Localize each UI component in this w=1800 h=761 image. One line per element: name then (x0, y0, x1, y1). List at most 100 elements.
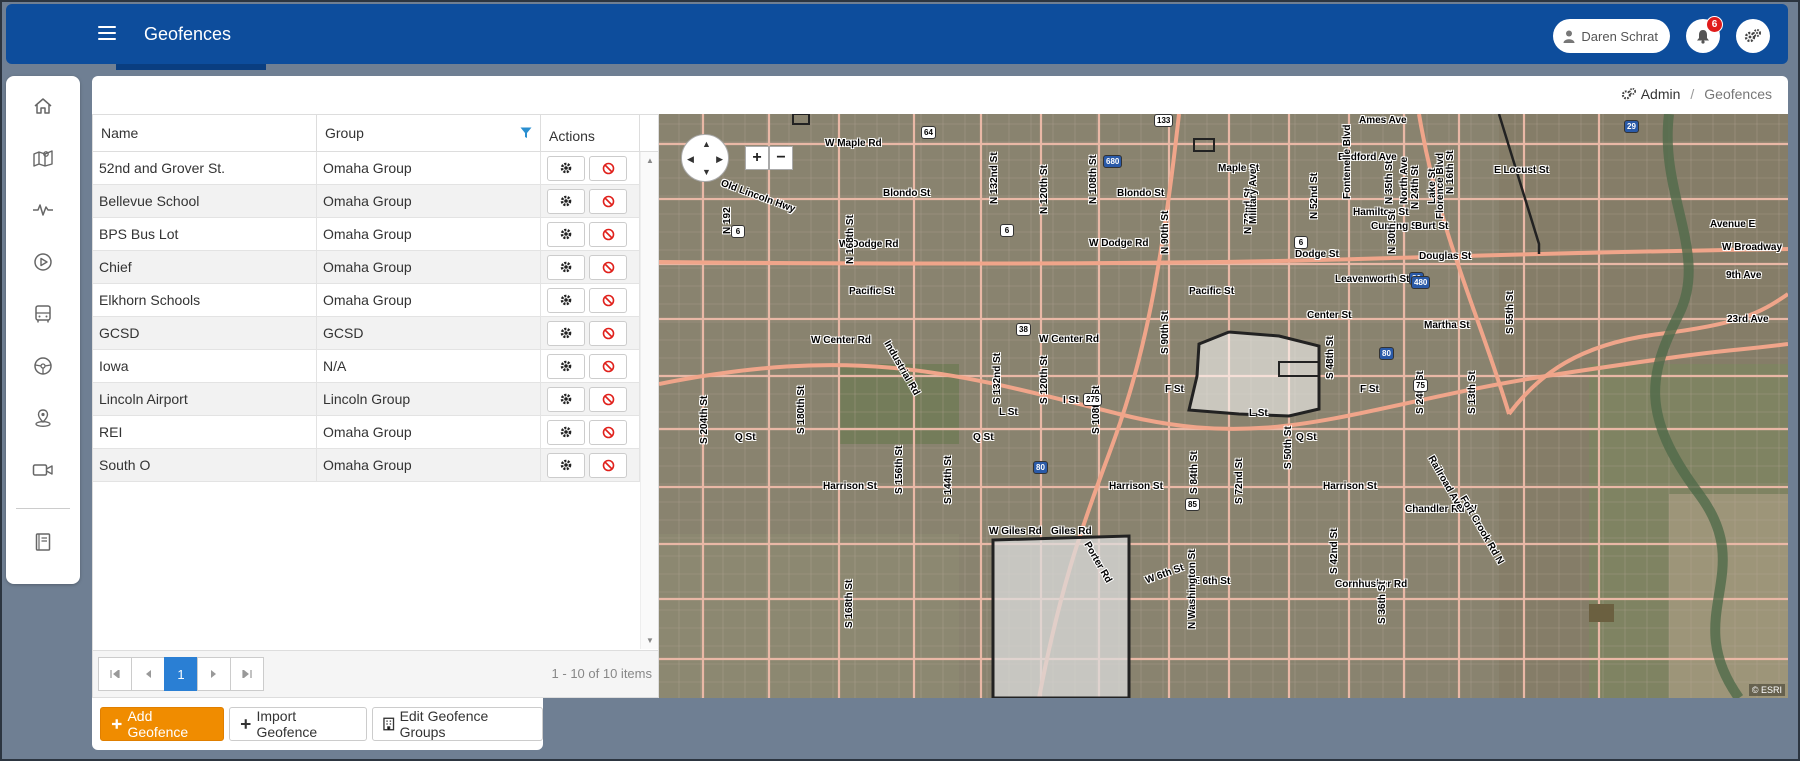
delete-geofence-button[interactable] (589, 320, 627, 346)
gear-icon (560, 195, 572, 207)
ban-icon (602, 459, 614, 471)
delete-geofence-button[interactable] (589, 221, 627, 247)
map-street-label: Giles Rd (1051, 526, 1092, 537)
geofence-group-cell: N/A (317, 350, 541, 382)
sidebar-item-vehicles[interactable] (23, 294, 63, 334)
breadcrumb-admin-link[interactable]: Admin (1621, 86, 1680, 102)
sidebar-item-home[interactable] (23, 86, 63, 126)
edit-geofence-button[interactable] (547, 254, 585, 280)
actions-cell (541, 416, 640, 448)
map-street-label: S 42nd St (1329, 528, 1340, 574)
gear-icon (560, 360, 572, 372)
table-row[interactable]: Elkhorn Schools Omaha Group (93, 284, 658, 317)
edit-geofence-button[interactable] (547, 353, 585, 379)
edit-geofence-groups-button[interactable]: Edit Geofence Groups (372, 707, 543, 741)
geofence-map[interactable]: W Maple Rd Maple St Blondo St Blondo St Old … (659, 114, 1788, 698)
geofence-group-cell: Omaha Group (317, 449, 541, 481)
highway-shield: 75 (1413, 379, 1428, 392)
table-row[interactable]: REI Omaha Group (93, 416, 658, 449)
actions-cell (541, 449, 640, 481)
filter-icon[interactable] (520, 127, 532, 139)
map-street-label: Cornhusker Rd (1335, 579, 1408, 590)
add-geofence-button[interactable]: Add Geofence (100, 707, 224, 741)
sidebar-item-activity[interactable] (23, 190, 63, 230)
map-street-label: N 120th St (1039, 165, 1050, 214)
settings-button[interactable] (1736, 19, 1770, 53)
geofence-name-cell: BPS Bus Lot (93, 218, 317, 250)
table-row[interactable]: Lincoln Airport Lincoln Group (93, 383, 658, 416)
delete-geofence-button[interactable] (589, 254, 627, 280)
edit-geofence-button[interactable] (547, 155, 585, 181)
notifications-button[interactable]: 6 (1686, 16, 1723, 53)
geofence-name-cell: 52nd and Grover St. (93, 152, 317, 184)
table-row[interactable]: South O Omaha Group (93, 449, 658, 482)
delete-geofence-button[interactable] (589, 188, 627, 214)
page-button-current[interactable]: 1 (164, 657, 198, 691)
grid-scrollbar[interactable]: ▲ ▼ (640, 152, 658, 649)
table-row[interactable]: GCSD GCSD (93, 317, 658, 350)
import-geofence-button[interactable]: Import Geofence (228, 707, 368, 741)
first-page-button[interactable] (98, 657, 132, 691)
delete-geofence-button[interactable] (589, 452, 627, 478)
delete-geofence-button[interactable] (589, 386, 627, 412)
edit-geofence-button[interactable] (547, 287, 585, 313)
geofence-name-cell: Bellevue School (93, 185, 317, 217)
home-icon (34, 98, 52, 114)
sidebar-item-map[interactable] (23, 138, 63, 178)
map-street-label: W Maple Rd (825, 138, 882, 149)
scroll-up-arrow-icon[interactable]: ▲ (646, 156, 654, 165)
highway-shield: 133 (1154, 114, 1174, 127)
scroll-down-arrow-icon[interactable]: ▼ (646, 636, 654, 645)
previous-page-button[interactable] (131, 657, 165, 691)
delete-geofence-button[interactable] (589, 155, 627, 181)
highway-shield: 29 (1624, 120, 1639, 133)
actions-cell (541, 284, 640, 316)
delete-geofence-button[interactable] (589, 419, 627, 445)
edit-geofence-button[interactable] (547, 320, 585, 346)
edit-geofence-button[interactable] (547, 452, 585, 478)
hamburger-menu-icon[interactable] (98, 26, 116, 40)
zoom-out-button[interactable]: − (769, 146, 793, 170)
map-street-label: W Center Rd (1039, 334, 1099, 345)
column-header-group[interactable]: Group (317, 115, 541, 151)
sidebar-item-geofences[interactable] (23, 398, 63, 438)
table-row[interactable]: BPS Bus Lot Omaha Group (93, 218, 658, 251)
edit-geofence-button[interactable] (547, 188, 585, 214)
map-street-label: S 180th St (796, 385, 807, 434)
ban-icon (602, 360, 614, 372)
edit-geofence-button[interactable] (547, 419, 585, 445)
sidebar-item-drivers[interactable] (23, 346, 63, 386)
map-pan-control[interactable]: ▲ ▼ ◀ ▶ (681, 134, 729, 182)
last-page-button[interactable] (230, 657, 264, 691)
gear-icon (560, 228, 572, 240)
highway-shield: 480 (1411, 276, 1431, 289)
edit-geofence-button[interactable] (547, 386, 585, 412)
pan-up-icon[interactable]: ▲ (702, 139, 711, 149)
table-row[interactable]: 52nd and Grover St. Omaha Group (93, 152, 658, 185)
pan-down-icon[interactable]: ▼ (702, 167, 711, 177)
sidebar-item-playback[interactable] (23, 242, 63, 282)
sidebar-item-reports[interactable] (23, 522, 63, 562)
gear-icon (560, 261, 572, 273)
table-row[interactable]: Chief Omaha Group (93, 251, 658, 284)
plus-icon (111, 719, 122, 729)
map-street-label: Fontenelle Blvd (1342, 124, 1353, 199)
table-row[interactable]: Iowa N/A (93, 350, 658, 383)
bus-icon (35, 305, 51, 323)
pan-left-icon[interactable]: ◀ (687, 154, 694, 165)
map-street-label: Avenue E (1710, 219, 1756, 230)
pan-right-icon[interactable]: ▶ (716, 154, 723, 165)
table-row[interactable]: Bellevue School Omaha Group (93, 185, 658, 218)
geofence-group-cell: Omaha Group (317, 152, 541, 184)
edit-geofence-button[interactable] (547, 221, 585, 247)
next-page-button[interactable] (197, 657, 231, 691)
delete-geofence-button[interactable] (589, 287, 627, 313)
column-header-name[interactable]: Name (93, 115, 317, 151)
ban-icon (602, 426, 614, 438)
zoom-in-button[interactable]: + (745, 146, 769, 170)
user-menu-button[interactable]: Daren Schrat (1553, 19, 1670, 53)
delete-geofence-button[interactable] (589, 353, 627, 379)
sidebar-item-video[interactable] (23, 450, 63, 490)
map-street-label: Harrison St (1323, 481, 1377, 492)
map-street-label: S 132nd St (992, 352, 1003, 404)
